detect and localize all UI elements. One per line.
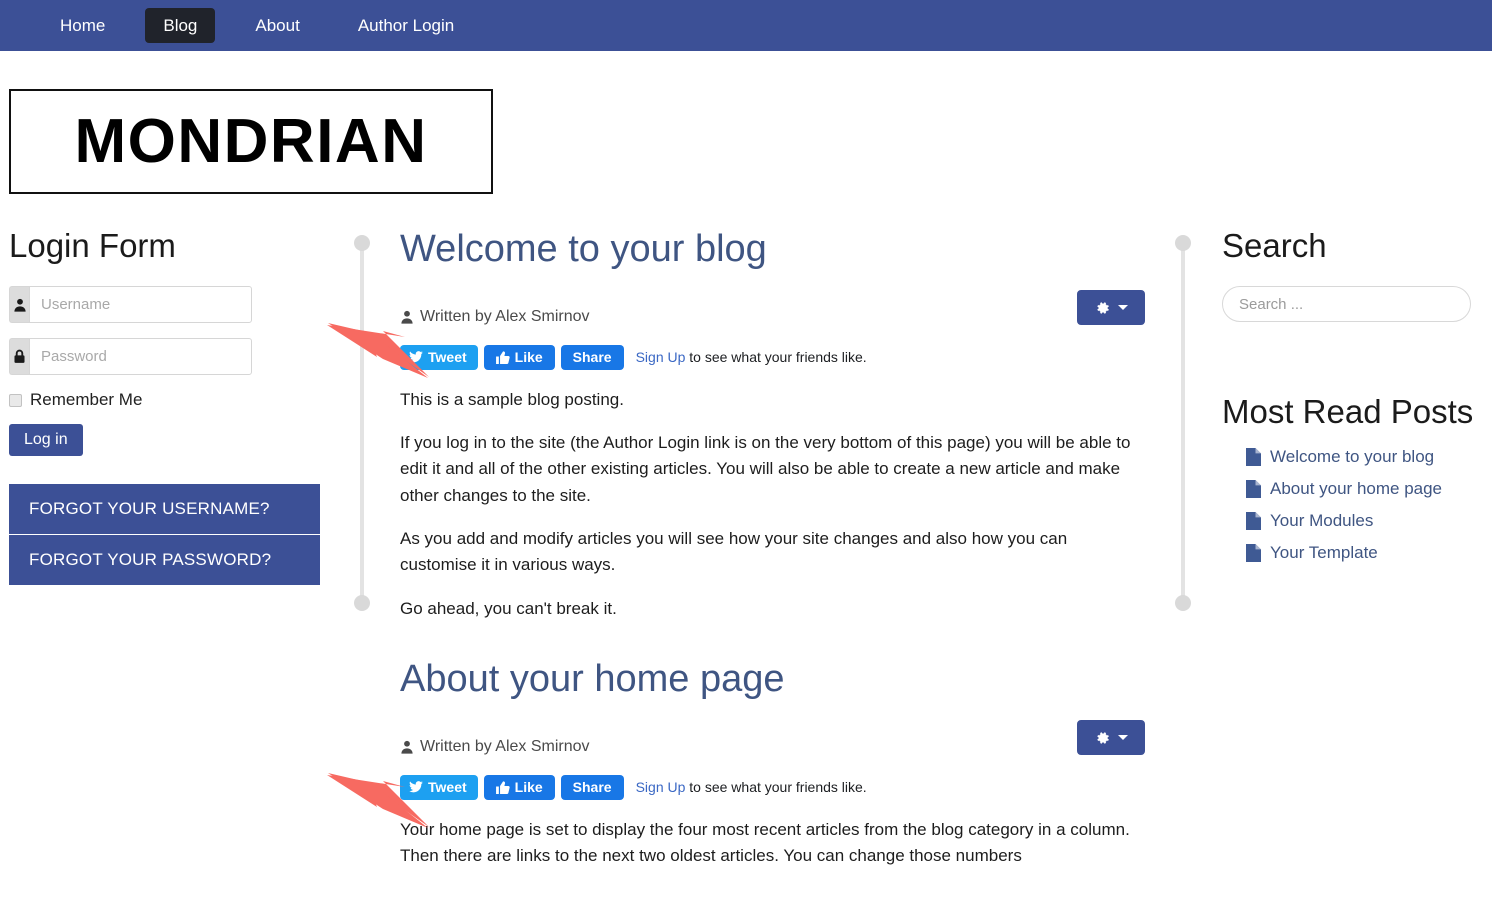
nav-item-home[interactable]: Home [42, 8, 123, 43]
column-divider-left[interactable] [354, 235, 370, 611]
social-share-row: Tweet Like Share Sign Up to see what you… [400, 774, 1145, 800]
article-paragraph: Your home page is set to display the fou… [400, 819, 1130, 866]
document-icon [1246, 447, 1261, 466]
social-signup-note: Sign Up to see what your friends like. [636, 779, 867, 795]
twitter-icon [409, 351, 423, 363]
author-icon [401, 310, 413, 324]
like-button[interactable]: Like [483, 774, 555, 800]
remember-me-row[interactable]: Remember Me [9, 390, 339, 410]
share-button-label: Share [572, 349, 612, 366]
post-link[interactable]: Your Modules [1270, 511, 1373, 531]
remember-me-label: Remember Me [30, 390, 143, 410]
user-icon [9, 286, 29, 324]
article-byline-text: Written by Alex Smirnov [420, 737, 590, 755]
column-divider-right[interactable] [1175, 235, 1191, 611]
article-welcome-to-your-blog: Welcome to your blog Written by Alex Smi… [400, 228, 1145, 622]
author-icon [401, 740, 413, 754]
article-body: Your home page is set to display the fou… [400, 817, 1145, 870]
divider-handle-bottom[interactable] [354, 595, 370, 611]
article-options-button[interactable] [1077, 290, 1145, 326]
share-button[interactable]: Share [560, 344, 624, 370]
sidebar-right: Search Most Read Posts Welcome to your b… [1222, 227, 1482, 575]
post-link[interactable]: About your home page [1270, 479, 1442, 499]
gear-icon [1096, 301, 1109, 314]
search-module-title: Search [1222, 227, 1327, 264]
share-button-label: Share [572, 779, 612, 796]
nav-item-author-login[interactable]: Author Login [340, 8, 472, 43]
lock-icon [9, 338, 29, 376]
list-item[interactable]: Your Template [1246, 543, 1482, 563]
site-logo-text: MONDRIAN [74, 106, 428, 176]
article-paragraph: As you add and modify articles you will … [400, 529, 1068, 575]
chevron-down-icon [1117, 735, 1128, 741]
social-signup-rest: to see what your friends like. [685, 349, 867, 366]
main-navbar: Home Blog About Author Login [0, 0, 1492, 51]
divider-handle-bottom[interactable] [1175, 595, 1191, 611]
sign-up-link[interactable]: Sign Up [636, 349, 686, 365]
tweet-button[interactable]: Tweet [400, 774, 478, 800]
post-link[interactable]: Your Template [1270, 543, 1378, 563]
document-icon [1246, 511, 1261, 530]
forgot-password-button[interactable]: FORGOT YOUR PASSWORD? [9, 535, 320, 587]
username-input[interactable] [29, 286, 252, 324]
article-options-button[interactable] [1077, 720, 1145, 756]
most-read-posts-list: Welcome to your blog About your home pag… [1222, 447, 1482, 563]
article-paragraph: Go ahead, you can't break it. [400, 598, 617, 618]
document-icon [1246, 479, 1261, 498]
article-meta-row: Written by Alex Smirnov [400, 290, 1145, 326]
sign-up-link[interactable]: Sign Up [636, 779, 686, 795]
remember-me-checkbox[interactable] [9, 393, 22, 407]
document-icon [1246, 543, 1261, 562]
article-byline: Written by Alex Smirnov [400, 738, 590, 756]
site-logo[interactable]: MONDRIAN [9, 89, 493, 194]
list-item[interactable]: About your home page [1246, 479, 1482, 499]
share-button[interactable]: Share [560, 774, 624, 800]
article-title[interactable]: Welcome to your blog [400, 228, 1145, 272]
social-signup-note: Sign Up to see what your friends like. [636, 349, 867, 365]
divider-handle-top[interactable] [354, 235, 370, 251]
search-input[interactable] [1222, 286, 1471, 323]
article-body: This is a sample blog posting. If you lo… [400, 387, 1145, 622]
tweet-button-label: Tweet [428, 349, 467, 366]
thumbs-up-icon [495, 781, 510, 794]
like-button-label: Like [514, 779, 543, 796]
login-form-title: Login Form [9, 227, 176, 264]
article-about-your-home-page: About your home page Written by Alex Smi… [400, 658, 1145, 869]
tweet-button-label: Tweet [428, 779, 467, 796]
gear-icon [1096, 732, 1109, 744]
twitter-icon [409, 781, 423, 793]
article-byline-text: Written by Alex Smirnov [420, 307, 590, 325]
password-input[interactable] [29, 338, 252, 376]
article-paragraph: If you log in to the site (the Author Lo… [400, 433, 1131, 505]
article-meta-row: Written by Alex Smirnov [400, 720, 1145, 756]
thumbs-up-icon [495, 351, 510, 364]
like-button-label: Like [514, 349, 543, 366]
article-title[interactable]: About your home page [400, 658, 1145, 702]
most-read-posts-title: Most Read Posts [1222, 393, 1474, 431]
forgot-username-button[interactable]: FORGOT YOUR USERNAME? [9, 484, 320, 536]
blog-articles-container: Welcome to your blog Written by Alex Smi… [400, 228, 1145, 869]
list-item[interactable]: Welcome to your blog [1246, 447, 1482, 467]
tweet-button[interactable]: Tweet [400, 344, 478, 370]
nav-item-blog[interactable]: Blog [145, 8, 216, 43]
login-form-module: Login Form Remember Me Log in FORGOT YOU… [9, 227, 339, 587]
social-share-row: Tweet Like Share Sign Up to see what you… [400, 344, 1145, 370]
post-link[interactable]: Welcome to your blog [1270, 447, 1434, 467]
list-item[interactable]: Your Modules [1246, 511, 1482, 531]
password-input-group [9, 338, 252, 376]
username-input-group [9, 286, 252, 324]
article-byline: Written by Alex Smirnov [400, 308, 590, 326]
nav-item-about[interactable]: About [237, 8, 317, 43]
like-button[interactable]: Like [483, 344, 555, 370]
chevron-down-icon [1117, 305, 1128, 311]
log-in-button[interactable]: Log in [9, 424, 83, 457]
social-signup-rest: to see what your friends like. [685, 779, 867, 796]
divider-handle-top[interactable] [1175, 235, 1191, 251]
article-paragraph: This is a sample blog posting. [400, 389, 624, 409]
